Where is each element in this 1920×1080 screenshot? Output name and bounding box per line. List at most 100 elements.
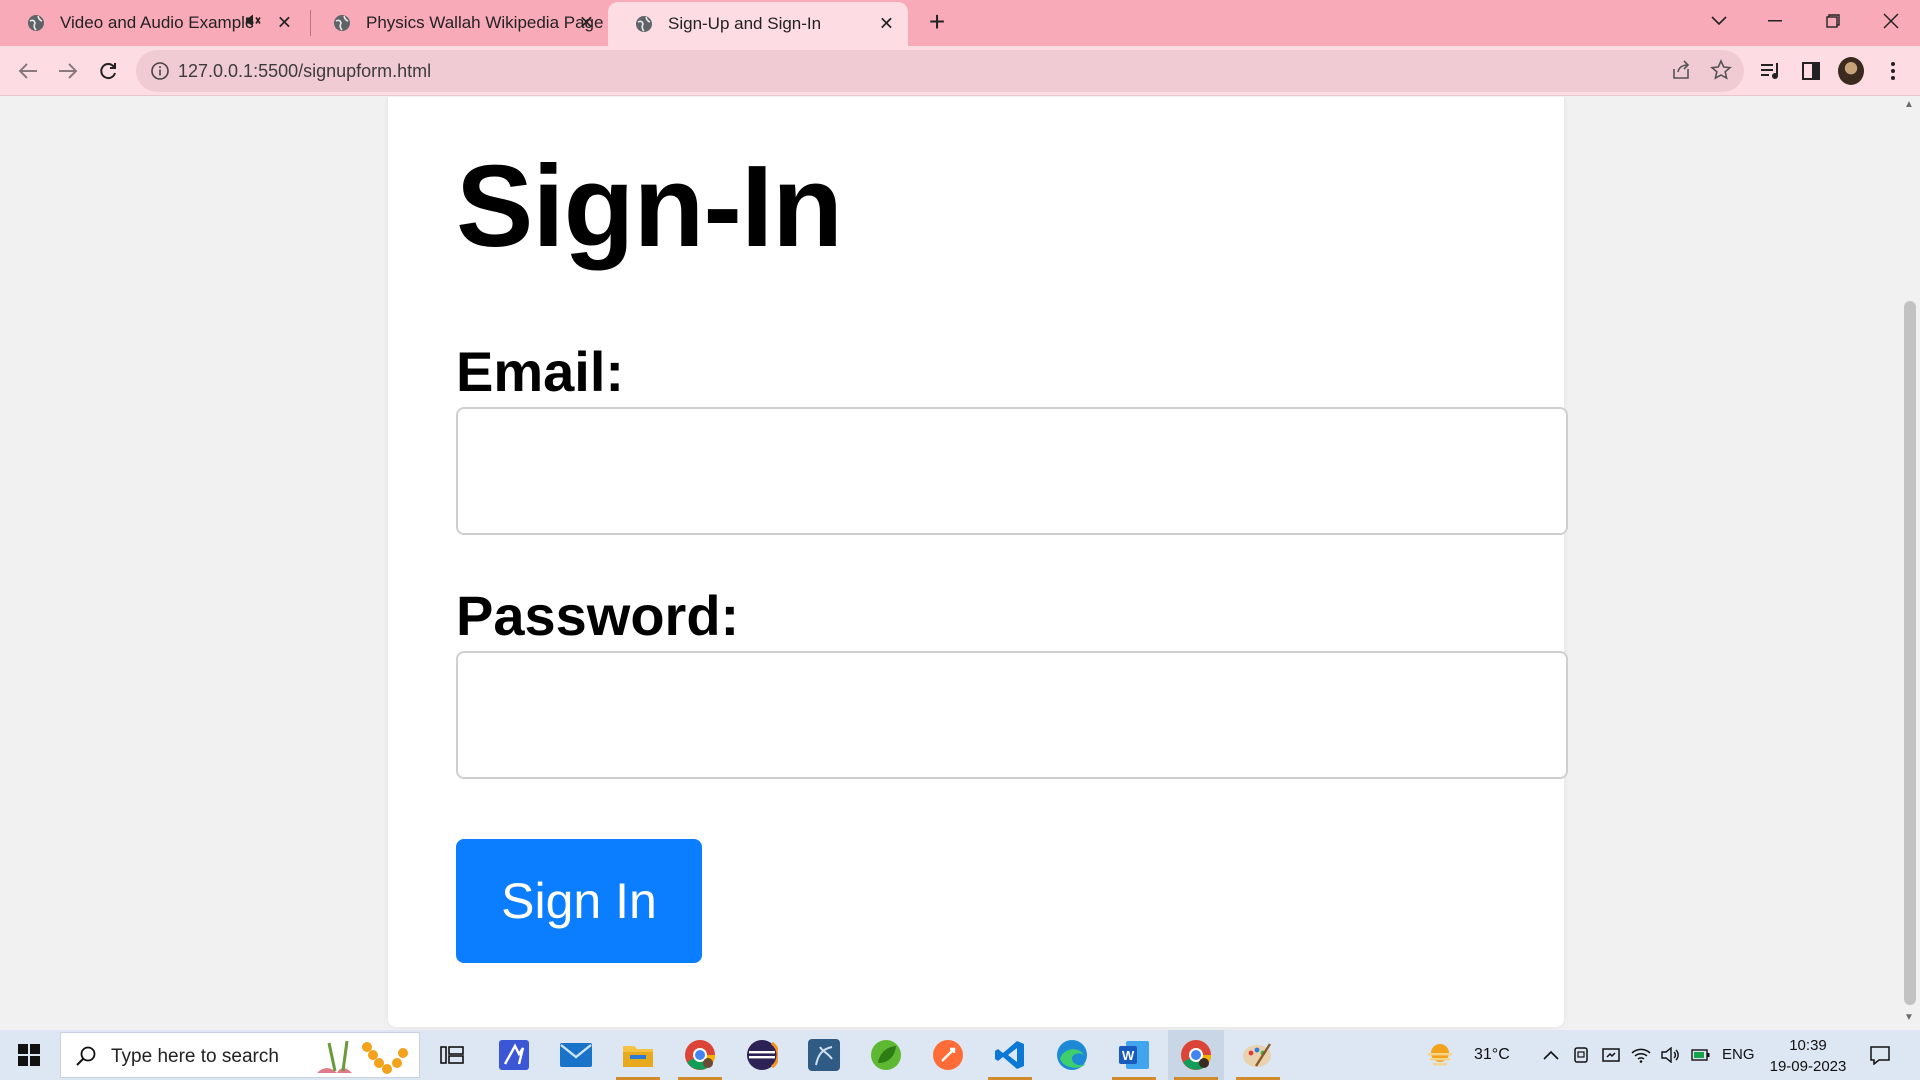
- taskbar-app-paint[interactable]: [1230, 1030, 1286, 1080]
- weather-widget[interactable]: [1422, 1030, 1458, 1080]
- taskbar-search[interactable]: Type here to search: [60, 1032, 420, 1078]
- close-tab-icon[interactable]: ✕: [879, 14, 894, 35]
- word-icon: W: [1119, 1041, 1149, 1069]
- tray-wifi[interactable]: [1628, 1030, 1654, 1080]
- back-button[interactable]: [12, 55, 44, 87]
- taskbar-app-vscode[interactable]: [982, 1030, 1038, 1080]
- browser-toolbar: 127.0.0.1:5500/signupform.html: [0, 46, 1920, 96]
- tray-meet-icon[interactable]: [1598, 1030, 1624, 1080]
- wifi-icon: [1631, 1048, 1651, 1063]
- leaf-icon: [871, 1040, 901, 1070]
- database-icon: [808, 1039, 840, 1071]
- url-text[interactable]: 127.0.0.1:5500/signupform.html: [178, 61, 431, 82]
- arrow-right-icon: [59, 63, 78, 79]
- paint-icon: [1243, 1043, 1272, 1067]
- taskbar-app-mail[interactable]: [548, 1030, 604, 1080]
- device-icon: [1574, 1047, 1588, 1063]
- close-tab-icon[interactable]: ✕: [277, 13, 292, 34]
- vscode-icon: [995, 1041, 1024, 1069]
- clock-time: 10:39: [1789, 1037, 1827, 1054]
- restore-button[interactable]: [1818, 6, 1848, 36]
- edge-icon: [1057, 1040, 1087, 1070]
- show-hidden-icons-button[interactable]: [1538, 1030, 1564, 1080]
- taskbar-app-chrome-active[interactable]: [1168, 1030, 1224, 1080]
- mail-icon: [560, 1043, 592, 1067]
- share-icon[interactable]: [1670, 59, 1692, 86]
- close-window-button[interactable]: [1876, 6, 1906, 36]
- clock[interactable]: 10:39 19-09-2023: [1762, 1035, 1854, 1077]
- meet-now-icon: [1602, 1048, 1620, 1062]
- tray-volume[interactable]: [1658, 1030, 1684, 1080]
- taskbar-app-studio[interactable]: [486, 1030, 542, 1080]
- close-tab-icon[interactable]: ✕: [579, 13, 594, 34]
- notification-icon: [1870, 1046, 1890, 1065]
- notification-center-button[interactable]: [1862, 1030, 1898, 1080]
- globe-icon: [332, 13, 352, 33]
- profile-avatar[interactable]: [1838, 57, 1864, 85]
- info-icon[interactable]: [150, 61, 170, 86]
- taskbar-app-postman[interactable]: [920, 1030, 976, 1080]
- media-controls-icon[interactable]: [1758, 58, 1784, 84]
- windows-logo-icon: [18, 1044, 40, 1066]
- tab-sign-up-sign-in[interactable]: Sign-Up and Sign-In ✕: [608, 2, 908, 46]
- globe-icon: [634, 14, 654, 34]
- close-icon: [1883, 13, 1899, 29]
- arrow-left-icon: [18, 63, 37, 79]
- language-indicator[interactable]: ENG: [1722, 1046, 1755, 1063]
- tray-battery[interactable]: [1688, 1030, 1714, 1080]
- chrome-icon: [1181, 1040, 1211, 1070]
- search-placeholder: Type here to search: [111, 1046, 279, 1067]
- eclipse-icon: [747, 1040, 778, 1070]
- search-icon: [75, 1045, 97, 1072]
- forward-button[interactable]: [52, 55, 84, 87]
- restore-icon: [1826, 14, 1840, 28]
- email-field[interactable]: [456, 407, 1568, 535]
- tray-device-icon[interactable]: [1568, 1030, 1594, 1080]
- chrome-icon: [685, 1040, 715, 1070]
- side-panel-icon[interactable]: [1798, 58, 1824, 84]
- minimize-button[interactable]: [1760, 6, 1790, 36]
- taskbar-app-word[interactable]: W: [1106, 1030, 1162, 1080]
- new-tab-button[interactable]: +: [922, 8, 952, 38]
- task-view-icon: [440, 1046, 464, 1064]
- search-highlight-illustration: [317, 1040, 408, 1074]
- globe-icon: [26, 13, 46, 33]
- taskbar-app-spring[interactable]: [858, 1030, 914, 1080]
- tab-title: Video and Audio Example: [60, 13, 255, 32]
- browser-tab-strip: Video and Audio Example ✕ Physics Wallah…: [0, 0, 1920, 46]
- bookmark-star-icon[interactable]: [1710, 59, 1732, 86]
- taskbar-app-edge[interactable]: [1044, 1030, 1100, 1080]
- password-label: Password:: [456, 584, 740, 647]
- volume-icon: [1661, 1047, 1679, 1063]
- page-scrollbar[interactable]: ▲ ▼: [1900, 97, 1920, 1030]
- scroll-up-arrow-icon[interactable]: ▲: [1904, 99, 1914, 110]
- sign-in-button[interactable]: Sign In: [456, 839, 702, 963]
- taskbar-app-file-explorer[interactable]: [610, 1030, 666, 1080]
- page-title: Sign-In: [456, 141, 843, 271]
- taskbar-app-eclipse[interactable]: [734, 1030, 790, 1080]
- clock-date: 19-09-2023: [1769, 1058, 1847, 1075]
- taskbar-app-mysql-workbench[interactable]: [796, 1030, 852, 1080]
- task-view-button[interactable]: [424, 1030, 480, 1080]
- weather-temperature[interactable]: 31°C: [1474, 1046, 1510, 1064]
- windows-taskbar: Type here to search W 31°C ENG 10:39 19-…: [0, 1030, 1920, 1080]
- avatar: [1838, 57, 1864, 85]
- start-button[interactable]: [0, 1030, 58, 1080]
- studio-app-icon: [499, 1040, 529, 1070]
- taskbar-app-chrome[interactable]: [672, 1030, 728, 1080]
- reload-icon: [100, 63, 116, 80]
- password-field[interactable]: [456, 651, 1568, 779]
- kebab-menu-icon[interactable]: [1880, 58, 1906, 84]
- tab-search-button[interactable]: [1704, 6, 1734, 36]
- tab-physics-wallah[interactable]: Physics Wallah Wikipedia Page ✕: [306, 4, 608, 42]
- scroll-down-arrow-icon[interactable]: ▼: [1904, 1012, 1914, 1023]
- tab-video-audio[interactable]: Video and Audio Example ✕: [0, 4, 306, 42]
- scrollbar-thumb[interactable]: [1904, 301, 1916, 1005]
- reload-button[interactable]: [92, 55, 124, 87]
- speaker-muted-icon[interactable]: [244, 13, 262, 34]
- address-bar[interactable]: 127.0.0.1:5500/signupform.html: [136, 50, 1744, 92]
- chevron-down-icon: [1711, 16, 1727, 26]
- postman-icon: [933, 1040, 963, 1070]
- page-viewport: Sign-In Email: Password: Sign In: [0, 97, 1900, 1030]
- chevron-up-icon: [1543, 1050, 1559, 1060]
